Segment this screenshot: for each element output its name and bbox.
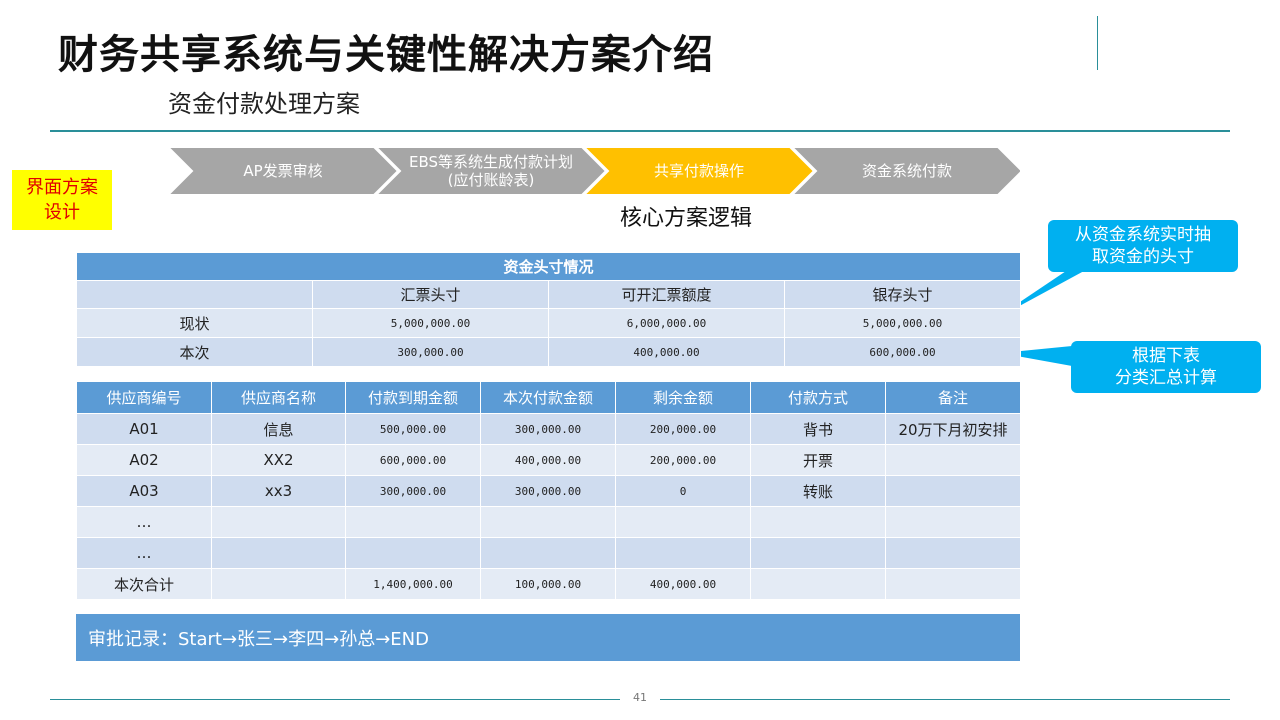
table-cell: …	[76, 506, 212, 538]
fund-position-table: 资金头寸情况 汇票头寸 可开汇票额度 银存头寸 现状 5,000,000.00 …	[75, 252, 1022, 367]
table-cell: A01	[76, 413, 212, 445]
table-cell: 200,000.00	[615, 413, 751, 445]
table-cell	[750, 537, 886, 569]
table-cell	[615, 537, 751, 569]
table-cell: 600,000.00	[783, 337, 1022, 367]
table-cell: 本次	[76, 337, 313, 367]
table-cell	[750, 506, 886, 538]
table-cell: 20万下月初安排	[885, 413, 1021, 445]
table-cell: 现状	[76, 308, 313, 338]
header-divider-vertical	[1097, 16, 1098, 70]
table-cell: 300,000.00	[480, 475, 616, 507]
page-number: 41	[633, 691, 647, 704]
table-cell: 600,000.00	[345, 444, 481, 476]
table-row: 本次合计 1,400,000.00 100,000.00 400,000.00	[76, 568, 1021, 600]
table-cell: 300,000.00	[345, 475, 481, 507]
table-cell: 6,000,000.00	[548, 308, 785, 338]
ui-design-label-line1: 界面方案	[26, 177, 98, 198]
table-cell	[885, 475, 1021, 507]
table-cell	[345, 537, 481, 569]
table-cell: 400,000.00	[548, 337, 785, 367]
table-row: 本次 300,000.00 400,000.00 600,000.00	[76, 337, 1022, 367]
table-cell: 300,000.00	[480, 413, 616, 445]
footer-divider-right	[660, 699, 1230, 700]
table-cell	[615, 506, 751, 538]
footer-divider-left	[50, 699, 620, 700]
page-subtitle: 资金付款处理方案	[168, 90, 360, 118]
table-row: 现状 5,000,000.00 6,000,000.00 5,000,000.0…	[76, 308, 1022, 338]
table-cell	[480, 506, 616, 538]
table-cell: 0	[615, 475, 751, 507]
process-step-4: 资金系统付款	[861, 162, 952, 180]
table-cell	[750, 568, 886, 600]
process-step-2: EBS等系统生成付款计划 (应付账龄表)	[408, 153, 574, 189]
supplier-table-header: 备注	[885, 381, 1021, 414]
table-cell: A03	[76, 475, 212, 507]
table-cell: 200,000.00	[615, 444, 751, 476]
table-cell: …	[76, 537, 212, 569]
supplier-table-header: 付款到期金额	[345, 381, 481, 414]
table-row: A01 信息 500,000.00 300,000.00 200,000.00 背书 20万…	[76, 413, 1021, 445]
table-row: A03 xx3 300,000.00 300,000.00 0 转账	[76, 475, 1021, 507]
table-row: A02 XX2 600,000.00 400,000.00 200,000.00 开票	[76, 444, 1021, 476]
table-cell: 本次合计	[76, 568, 212, 600]
table-cell: 500,000.00	[345, 413, 481, 445]
process-step-3: 共享付款操作	[653, 162, 744, 180]
table-cell	[885, 444, 1021, 476]
table-cell: 开票	[750, 444, 886, 476]
table-cell: 5,000,000.00	[783, 308, 1022, 338]
supplier-table-header: 供应商编号	[76, 381, 212, 414]
table-cell: xx3	[211, 475, 346, 507]
table-cell: 400,000.00	[480, 444, 616, 476]
table-cell	[885, 537, 1021, 569]
fund-table-caption: 资金头寸情况	[75, 252, 1022, 281]
callout-realtime-fund: 从资金系统实时抽 取资金的头寸	[1048, 220, 1238, 272]
table-cell	[885, 506, 1021, 538]
table-cell: 信息	[211, 413, 346, 445]
table-cell: 300,000.00	[312, 337, 549, 367]
table-cell	[480, 537, 616, 569]
supplier-table-header: 本次付款金额	[480, 381, 616, 414]
page-title: 财务共享系统与关键性解决方案介绍	[58, 32, 714, 78]
table-row: …	[76, 537, 1021, 569]
table-cell	[345, 506, 481, 538]
core-logic-caption: 核心方案逻辑	[620, 206, 753, 231]
fund-table-header: 银存头寸	[783, 280, 1022, 309]
supplier-payment-table: 供应商编号 供应商名称 付款到期金额 本次付款金额 剩余金额 付款方式 备注 A…	[76, 381, 1021, 600]
table-cell: 背书	[750, 413, 886, 445]
table-cell: 1,400,000.00	[345, 568, 481, 600]
table-cell: XX2	[211, 444, 346, 476]
fund-table-header	[76, 280, 313, 309]
fund-table-header: 汇票头寸	[312, 280, 549, 309]
process-flow: AP发票审核 EBS等系统生成付款计划 (应付账龄表) 共享付款操作 资金系统付款	[168, 147, 1020, 195]
table-cell	[211, 568, 346, 600]
process-step-1: AP发票审核	[243, 162, 323, 180]
ui-design-label-line2: 设计	[44, 202, 80, 223]
fund-table-header: 可开汇票额度	[548, 280, 785, 309]
supplier-table-header: 供应商名称	[211, 381, 346, 414]
header-divider	[50, 130, 1230, 132]
table-cell: 转账	[750, 475, 886, 507]
table-cell: A02	[76, 444, 212, 476]
supplier-table-header: 剩余金额	[615, 381, 751, 414]
ui-design-label: 界面方案 设计	[12, 170, 112, 230]
callout-summary-calc: 根据下表 分类汇总计算	[1071, 341, 1261, 393]
table-row: …	[76, 506, 1021, 538]
table-cell: 100,000.00	[480, 568, 616, 600]
table-cell	[211, 506, 346, 538]
approval-record: 审批记录：Start→张三→李四→孙总→END	[76, 614, 1020, 661]
table-cell: 5,000,000.00	[312, 308, 549, 338]
table-cell	[885, 568, 1021, 600]
table-cell	[211, 537, 346, 569]
table-cell: 400,000.00	[615, 568, 751, 600]
supplier-table-header: 付款方式	[750, 381, 886, 414]
